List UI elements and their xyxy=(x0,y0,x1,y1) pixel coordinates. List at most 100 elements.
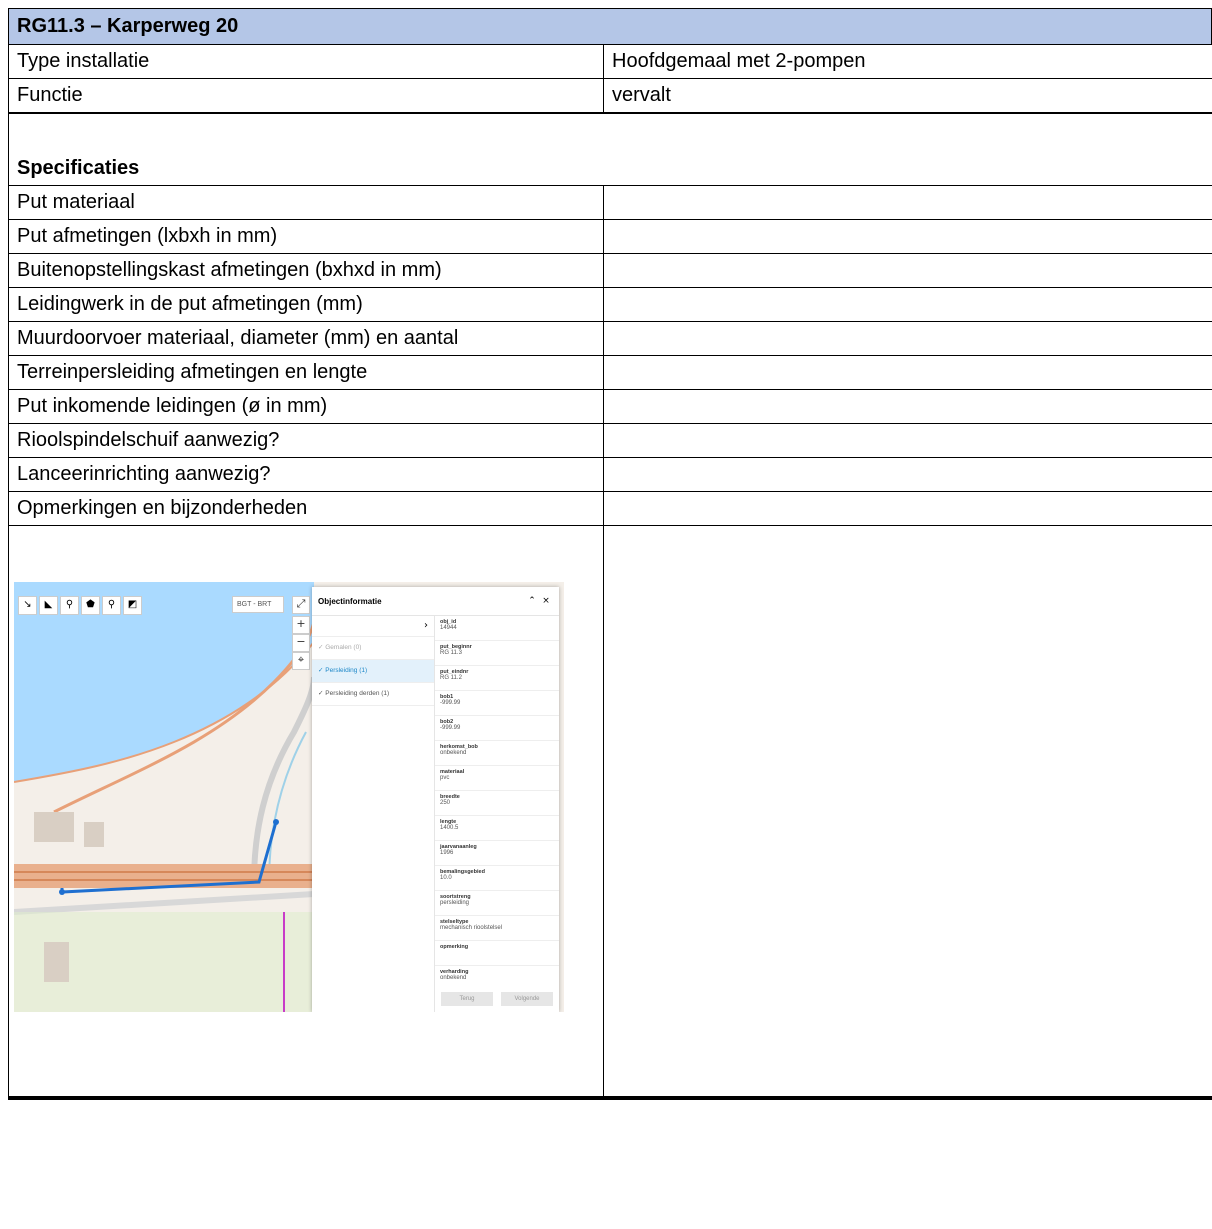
attribute-value: -999.99 xyxy=(440,700,461,706)
line-tool-icon[interactable]: ↘ xyxy=(18,596,37,615)
info-label: Type installatie xyxy=(9,45,604,78)
spec-value xyxy=(604,186,1212,219)
highway xyxy=(14,864,314,888)
attribute-item: materiaal pvc xyxy=(435,766,559,791)
attribute-value: mechanisch rioolstelsel xyxy=(440,925,503,931)
zoom-out-button[interactable]: − xyxy=(292,634,310,652)
map-toolbar: ↘ ◣ ⚲ ⬟ ⚲ ◩ xyxy=(18,596,142,615)
spec-label: Lanceerinrichting aanwezig? xyxy=(9,458,604,491)
spec-label: Buitenopstellingskast afmetingen (bxhxd … xyxy=(9,254,604,287)
spec-value xyxy=(604,254,1212,287)
spec-row: Leidingwerk in de put afmetingen (mm) xyxy=(8,288,1212,322)
layer-list: › ✓ Gemalen (0) ✓ Persleiding (1) ✓ Pers… xyxy=(312,616,435,1012)
export-icon[interactable]: ◩ xyxy=(123,596,142,615)
pipe-endpoint xyxy=(59,889,65,895)
pipe-endpoint xyxy=(273,819,279,825)
chevron-right-icon[interactable]: › xyxy=(312,616,434,637)
spec-label: Terreinpersleiding afmetingen en lengte xyxy=(9,356,604,389)
spec-value xyxy=(604,424,1212,457)
building xyxy=(84,822,104,847)
attribute-item: verharding onbekend xyxy=(435,966,559,986)
spec-row: Put inkomende leidingen (ø in mm) xyxy=(8,390,1212,424)
object-info-panel: Objectinformatie ⌃ × › ✓ Gemalen (0) ✓ P… xyxy=(312,587,559,1012)
layer-select[interactable]: BGT - BRT xyxy=(232,596,284,613)
attribute-item: lengte 1400.5 xyxy=(435,816,559,841)
info-value: Hoofdgemaal met 2-pompen xyxy=(612,50,866,72)
attribute-item: obj_id 14944 xyxy=(435,616,559,641)
panel-title: Objectinformatie xyxy=(318,596,382,606)
spec-label: Rioolspindelschuif aanwezig? xyxy=(9,424,604,457)
spec-row: Rioolspindelschuif aanwezig? xyxy=(8,424,1212,458)
chevron-up-icon[interactable]: ⌃ xyxy=(525,596,539,606)
search-icon[interactable]: ⚲ xyxy=(102,596,121,615)
layer-item[interactable]: ✓ Persleiding (1) xyxy=(312,660,434,683)
spec-value xyxy=(604,458,1212,491)
attribute-value: 1996 xyxy=(440,850,454,856)
angle-tool-icon[interactable]: ◣ xyxy=(39,596,58,615)
attribute-value: RG 11.2 xyxy=(440,675,462,681)
info-value: vervalt xyxy=(612,84,671,106)
polygon-icon[interactable]: ⬟ xyxy=(81,596,100,615)
attribute-key: opmerking xyxy=(440,944,469,950)
attribute-item: herkomst_bob onbekend xyxy=(435,741,559,766)
attribute-list: obj_id 14944 put_beginnr RG 11.3 put_eindnr R… xyxy=(435,616,559,986)
attribute-value: 14944 xyxy=(440,625,457,631)
info-label: Functie xyxy=(9,79,604,112)
spec-row: Opmerkingen en bijzonderheden xyxy=(8,492,1212,526)
spec-label: Put materiaal xyxy=(9,186,604,219)
info-row: Type installatie Hoofdgemaal met 2-pompe… xyxy=(8,45,1212,79)
attribute-value: 250 xyxy=(440,800,451,806)
image-row-empty-cell xyxy=(604,526,1212,1096)
spec-row: Terreinpersleiding afmetingen en lengte xyxy=(8,356,1212,390)
pin-icon[interactable]: ⚲ xyxy=(60,596,79,615)
attribute-item: soortstreng persleiding xyxy=(435,891,559,916)
specs-section-header: Specificaties xyxy=(8,114,1212,186)
locate-icon[interactable]: ⌖ xyxy=(292,652,310,670)
attribute-item: bemalingsgebied 10.0 xyxy=(435,866,559,891)
info-row: Functie vervalt xyxy=(8,79,1212,113)
attribute-value: pvc xyxy=(440,775,450,781)
next-button[interactable]: Volgende xyxy=(501,992,553,1006)
attribute-item: breedte 250 xyxy=(435,791,559,816)
back-button[interactable]: Terug xyxy=(441,992,493,1006)
spec-row: Put materiaal xyxy=(8,186,1212,220)
fullscreen-icon[interactable]: ⤢ xyxy=(292,596,310,614)
attribute-item: jaarvanaanleg 1996 xyxy=(435,841,559,866)
spec-value xyxy=(604,356,1212,389)
spec-value xyxy=(604,288,1212,321)
footer-row xyxy=(8,1099,1212,1100)
close-icon[interactable]: × xyxy=(539,596,553,606)
table-header-title: RG11.3 – Karperweg 20 xyxy=(8,8,1212,45)
attribute-item: opmerking xyxy=(435,941,559,966)
panel-footer: Terug Volgende xyxy=(435,986,559,1012)
map-screenshot: ↘ ◣ ⚲ ⬟ ⚲ ◩ BGT - BRT ⤢ + − ⌖ Objectinfo… xyxy=(14,582,564,1012)
zoom-in-button[interactable]: + xyxy=(292,616,310,634)
layer-item[interactable]: ✓ Persleiding derden (1) xyxy=(312,683,434,706)
attribute-value: persleiding xyxy=(440,900,470,906)
spec-label: Put inkomende leidingen (ø in mm) xyxy=(9,390,604,423)
spec-row: Muurdoorvoer materiaal, diameter (mm) en… xyxy=(8,322,1212,356)
attribute-value: 1400.5 xyxy=(440,825,459,831)
panel-header: Objectinformatie ⌃ × xyxy=(312,587,559,616)
spec-label: Put afmetingen (lxbxh in mm) xyxy=(9,220,604,253)
spec-row: Buitenopstellingskast afmetingen (bxhxd … xyxy=(8,254,1212,288)
attribute-item: stelseltype mechanisch rioolstelsel xyxy=(435,916,559,941)
building xyxy=(44,942,69,982)
spec-value xyxy=(604,220,1212,253)
attribute-value: 10.0 xyxy=(440,875,452,881)
attribute-value: onbekend xyxy=(440,750,467,756)
attribute-item: bob2 -999.99 xyxy=(435,716,559,741)
spec-label: Leidingwerk in de put afmetingen (mm) xyxy=(9,288,604,321)
spec-value xyxy=(604,390,1212,423)
layer-item[interactable]: ✓ Gemalen (0) xyxy=(312,637,434,660)
attribute-item: put_beginnr RG 11.3 xyxy=(435,641,559,666)
spec-value xyxy=(604,322,1212,355)
spec-value xyxy=(604,492,1212,525)
specs-title: Specificaties xyxy=(17,157,140,179)
attribute-value: RG 11.3 xyxy=(440,650,462,656)
spec-row: Put afmetingen (lxbxh in mm) xyxy=(8,220,1212,254)
attribute-item: bob1 -999.99 xyxy=(435,691,559,716)
spec-label: Muurdoorvoer materiaal, diameter (mm) en… xyxy=(9,322,604,355)
attribute-value: onbekend xyxy=(440,975,467,981)
spec-row: Lanceerinrichting aanwezig? xyxy=(8,458,1212,492)
